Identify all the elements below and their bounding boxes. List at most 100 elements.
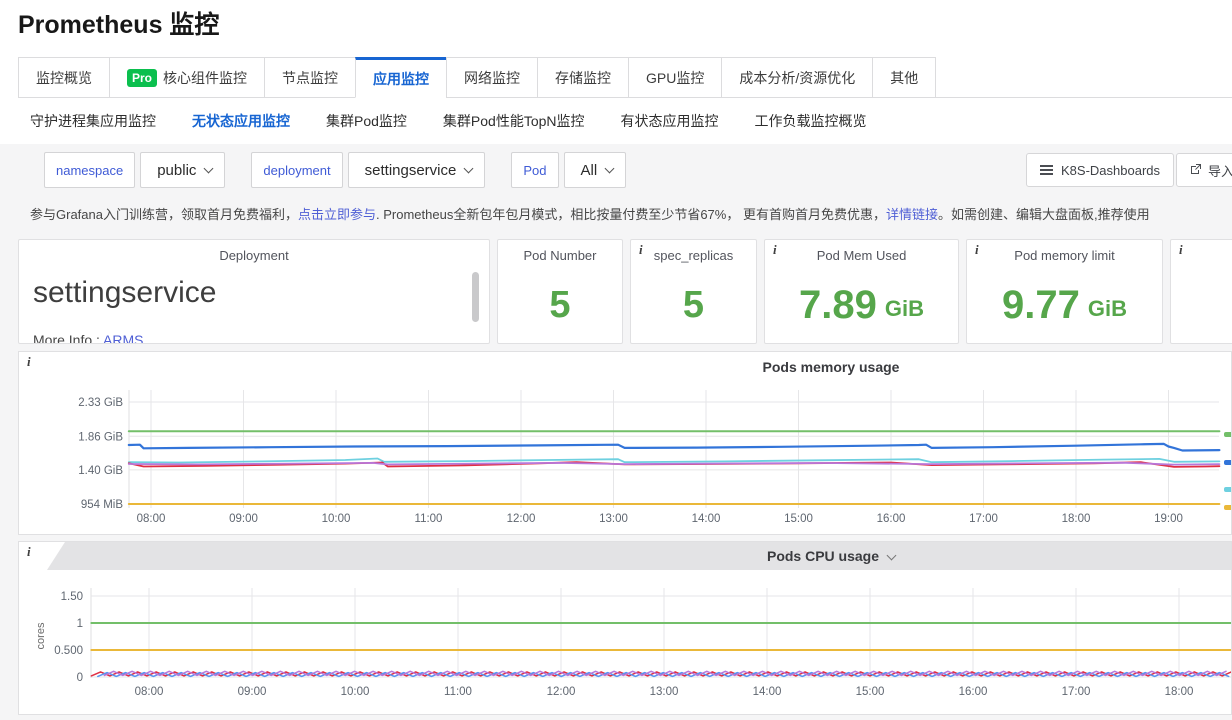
stat-card-title: spec_replicas [631,248,756,263]
page-title: Prometheus 监控 [18,8,1232,42]
secondary-tab-5[interactable]: 工作负载监控概览 [755,111,867,131]
stat-card-title: Pod Mem Used [765,248,958,263]
import-label: 导入( [1208,161,1232,180]
svg-text:10:00: 10:00 [341,686,370,698]
stat-card-3: iPod Mem Used 7.89GiB [764,239,959,344]
secondary-tabs: 守护进程集应用监控 无状态应用监控 集群Pod监控 集群Pod性能TopN监控 有状态应… [0,98,1232,144]
primary-tab-1[interactable]: Pro核心组件监控 [109,57,265,98]
deployment-label-box: deployment [251,152,342,188]
memory-chart-canvas[interactable]: 08:0009:0010:0011:0012:0013:0014:0015:00… [19,352,1231,534]
pod-value[interactable]: All [581,162,598,179]
secondary-tab-3[interactable]: 集群Pod性能TopN监控 [443,111,585,131]
pod-label-box: Pod [511,152,558,188]
stat-card-title: Pod memory limit [967,248,1162,263]
import-button[interactable]: 导入( [1176,153,1232,187]
info-icon[interactable]: i [975,242,979,258]
chevron-down-icon [887,551,897,561]
primary-tab-3[interactable]: 应用监控 [355,57,447,98]
primary-tab-5[interactable]: 存储监控 [537,57,629,98]
stat-card-0: Deployment settingservice More Info : ARMS [18,239,490,344]
svg-text:11:00: 11:00 [444,686,472,698]
primary-tabs-filler [936,57,1232,98]
svg-text:18:00: 18:00 [1165,686,1194,698]
external-link-icon [1190,163,1202,178]
cpu-chart-title[interactable]: Pods CPU usage [767,548,895,564]
stat-card-value: 7.89GiB [765,266,958,343]
notice-text-3: 。如需创建、编辑大盘面板,推荐使用 [938,207,1150,222]
primary-tab-6[interactable]: GPU监控 [628,57,722,98]
primary-tab-0[interactable]: 监控概览 [18,57,110,98]
info-icon[interactable]: i [1179,242,1183,258]
svg-text:08:00: 08:00 [135,686,164,698]
panel-scrollbar[interactable] [472,272,479,322]
legend-swatch-3[interactable] [1224,505,1231,510]
primary-tab-2[interactable]: 节点监控 [264,57,356,98]
svg-text:0.500: 0.500 [54,645,83,657]
secondary-tab-0[interactable]: 守护进程集应用监控 [30,111,156,131]
notice-link-join[interactable]: 点击立即参与 [298,207,376,222]
more-info-line: More Info : ARMS [33,332,144,344]
svg-text:1.86 GiB: 1.86 GiB [78,431,123,443]
namespace-select[interactable]: public [140,152,225,188]
svg-text:12:00: 12:00 [547,686,576,698]
namespace-label-box: namespace [44,152,135,188]
primary-tab-7[interactable]: 成本分析/资源优化 [721,57,873,98]
cpu-chart-canvas[interactable]: 08:0009:0010:0011:0012:0013:0014:0015:00… [19,542,1231,714]
svg-text:1: 1 [77,618,83,630]
deployment-name-value: settingservice [33,276,216,310]
dashboard-content: namespace public deployment settingservi… [0,144,1232,720]
primary-tab-4[interactable]: 网络监控 [446,57,538,98]
info-icon[interactable]: i [639,242,643,258]
menu-icon [1040,169,1053,171]
svg-text:1.50: 1.50 [61,591,83,603]
cpu-usage-panel: i Pods CPU usage cores 08:0009:0010:0011… [18,541,1232,715]
notice-link-details[interactable]: 详情链接 [886,207,938,222]
svg-text:17:00: 17:00 [1062,686,1091,698]
svg-text:14:00: 14:00 [753,686,782,698]
svg-text:13:00: 13:00 [599,513,628,525]
k8s-dashboards-button[interactable]: K8S-Dashboards [1026,153,1174,187]
stat-card-title: Pod Number [498,248,622,263]
stat-card-title: Deployment [19,248,489,263]
arms-link[interactable]: ARMS [103,332,143,344]
deployment-select[interactable]: settingservice [348,152,486,188]
chevron-down-icon [204,164,214,174]
legend-swatch-0[interactable] [1224,432,1231,437]
svg-text:13:00: 13:00 [650,686,679,698]
secondary-tab-1[interactable]: 无状态应用监控 [192,111,290,131]
filter-row: namespace public deployment settingservi… [18,152,1232,188]
stat-card-value: 9.77GiB [967,266,1162,343]
pod-select[interactable]: All [564,152,627,188]
pro-badge: Pro [127,69,157,87]
series-memory-pod-cyan [129,459,1220,463]
deployment-label: deployment [263,163,330,178]
secondary-tab-4[interactable]: 有状态应用监控 [621,111,719,131]
series-memory-pod-blue-sawtooth [129,444,1220,451]
namespace-label: namespace [56,163,123,178]
notice-bar: 参与Grafana入门训练营，领取首月免费福利，点击立即参与. Promethe… [30,204,1232,223]
namespace-value[interactable]: public [157,162,196,179]
notice-text-2: . Prometheus全新包年包月模式，相比按量付费至少节省67%， 更有首购… [376,207,886,222]
deployment-value[interactable]: settingservice [365,162,457,179]
svg-text:09:00: 09:00 [238,686,267,698]
info-icon[interactable]: i [27,354,31,370]
info-icon[interactable]: i [27,544,31,560]
legend-swatch-1[interactable] [1224,460,1231,465]
primary-tab-8[interactable]: 其他 [872,57,936,98]
stat-card-5: i [1170,239,1232,344]
chevron-down-icon [464,164,474,174]
secondary-tab-2[interactable]: 集群Pod监控 [326,111,407,131]
memory-chart-title[interactable]: Pods memory usage [763,359,900,375]
svg-text:16:00: 16:00 [959,686,988,698]
pod-label: Pod [523,163,546,178]
svg-text:12:00: 12:00 [507,513,536,525]
stat-card-2: ispec_replicas5 [630,239,757,344]
svg-text:19:00: 19:00 [1154,513,1183,525]
svg-text:0: 0 [77,672,83,684]
primary-tabs: 监控概览Pro核心组件监控节点监控应用监控网络监控存储监控GPU监控成本分析/资… [18,57,1232,98]
svg-text:15:00: 15:00 [784,513,813,525]
info-icon[interactable]: i [773,242,777,258]
cpu-chart-title-text: Pods CPU usage [767,548,879,564]
legend-swatch-2[interactable] [1224,487,1231,492]
svg-text:1.40 GiB: 1.40 GiB [78,465,123,477]
